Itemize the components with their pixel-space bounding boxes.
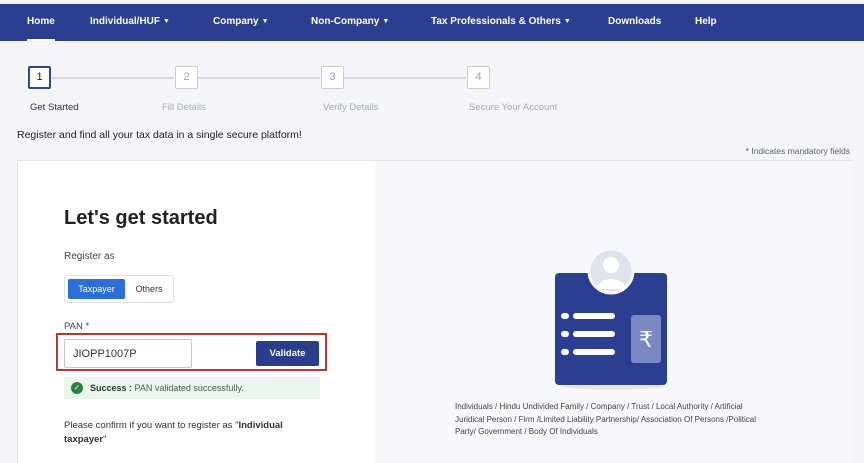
others-option[interactable]: Others	[127, 279, 171, 299]
step-connector	[344, 77, 466, 79]
nav-help-label: Help	[695, 16, 717, 27]
nav-company-label: Company	[213, 16, 259, 27]
eligible-entities-text: Individuals / Hindu Undivided Family / C…	[455, 402, 757, 436]
id-card-rupee-icon: ₹	[555, 247, 667, 390]
nav-downloads[interactable]: Downloads	[608, 4, 661, 41]
step-1-indicator: 1	[28, 66, 51, 89]
step-4-indicator: 4	[467, 66, 490, 89]
success-label: Success :	[90, 383, 133, 393]
step-3-indicator: 3	[321, 66, 344, 89]
nav-home[interactable]: Home	[27, 4, 55, 41]
caret-down-icon: ▼	[382, 18, 390, 25]
nav-non-company[interactable]: Non-Company ▼	[311, 4, 389, 41]
nav-tax-professionals[interactable]: Tax Professionals & Others ▼	[431, 4, 571, 41]
registration-card: Let's get started Register as Taxpayer O…	[17, 160, 852, 463]
registration-stepper: 1 2 3 4 Get Started Fill Details Verify …	[0, 66, 864, 114]
success-text: PAN validated successfully.	[132, 383, 244, 393]
nav-help[interactable]: Help	[695, 4, 717, 41]
taxpayer-option[interactable]: Taxpayer	[68, 279, 125, 299]
step-2-label: Fill Details	[162, 102, 206, 113]
register-as-label: Register as	[64, 251, 115, 262]
illustration-panel: ₹ Individuals / Hindu Undivided Family /…	[375, 161, 852, 463]
pan-label: PAN *	[64, 321, 90, 332]
caret-down-icon: ▼	[163, 18, 170, 25]
svg-text:₹: ₹	[639, 328, 653, 353]
step-connector	[198, 77, 320, 79]
caret-down-icon: ▼	[563, 18, 571, 25]
step-3-label: Verify Details	[323, 102, 379, 113]
nav-tax-professionals-label: Tax Professionals & Others	[431, 16, 561, 27]
caret-down-icon: ▼	[261, 18, 269, 25]
nav-non-company-label: Non-Company	[311, 16, 380, 27]
nav-individual-huf-label: Individual/HUF	[90, 16, 160, 27]
validate-button[interactable]: Validate	[256, 341, 319, 366]
step-1-label: Get Started	[30, 102, 79, 113]
nav-home-label: Home	[27, 16, 55, 27]
top-nav: Home Individual/HUF ▼ Company ▼ Non-Compan…	[0, 4, 864, 41]
step-2-indicator: 2	[175, 66, 198, 89]
pan-input[interactable]	[64, 339, 192, 368]
success-message: ✓ Success : PAN validated successfully.	[64, 377, 320, 399]
confirm-suffix: "	[103, 434, 107, 445]
nav-individual-huf[interactable]: Individual/HUF ▼	[90, 4, 170, 41]
step-4-label: Secure Your Account	[469, 102, 558, 113]
nav-company[interactable]: Company ▼	[213, 4, 269, 41]
mandatory-fields-note: * Indicates mandatory fields	[745, 146, 850, 156]
confirm-register-text: Please confirm if you want to register a…	[64, 419, 314, 447]
register-as-toggle: Taxpayer Others	[64, 275, 174, 303]
page-title: Let's get started	[64, 207, 218, 229]
step-connector	[52, 77, 174, 79]
confirm-prefix: Please confirm if you want to register a…	[64, 420, 239, 431]
nav-downloads-label: Downloads	[608, 16, 662, 27]
check-circle-icon: ✓	[71, 382, 83, 394]
page-tagline: Register and find all your tax data in a…	[17, 129, 302, 141]
